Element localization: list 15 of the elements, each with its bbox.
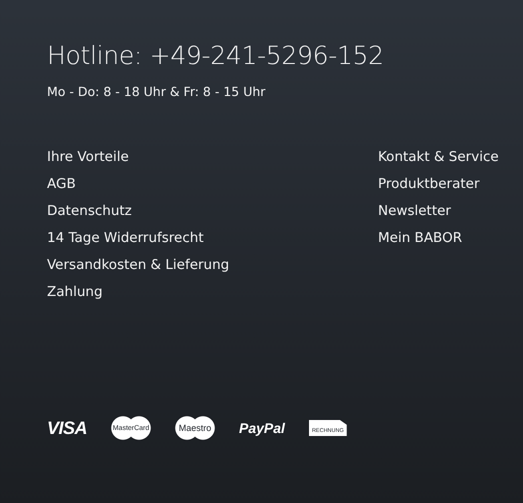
footer-link[interactable]: Zahlung: [47, 279, 378, 306]
footer-link[interactable]: 14 Tage Widerrufsrecht: [47, 225, 378, 252]
footer-link[interactable]: AGB: [47, 171, 378, 198]
footer-link[interactable]: Mein BABOR: [378, 225, 499, 252]
paypal-logo: PayPal: [239, 420, 285, 436]
footer-link[interactable]: Kontakt & Service: [378, 144, 499, 171]
footer-link[interactable]: Versandkosten & Lieferung: [47, 252, 378, 279]
footer-link[interactable]: Newsletter: [378, 198, 499, 225]
footer-link[interactable]: Datenschutz: [47, 198, 378, 225]
opening-hours: Mo - Do: 8 - 18 Uhr & Fr: 8 - 15 Uhr: [47, 84, 266, 99]
visa-logo: VISA: [47, 418, 88, 438]
footer-link[interactable]: Produktberater: [378, 171, 499, 198]
maestro-logo: Maestro: [175, 416, 216, 440]
hotline-heading: Hotline: +49-241-5296-152: [47, 40, 385, 72]
footer-link[interactable]: Ihre Vorteile: [47, 144, 378, 171]
